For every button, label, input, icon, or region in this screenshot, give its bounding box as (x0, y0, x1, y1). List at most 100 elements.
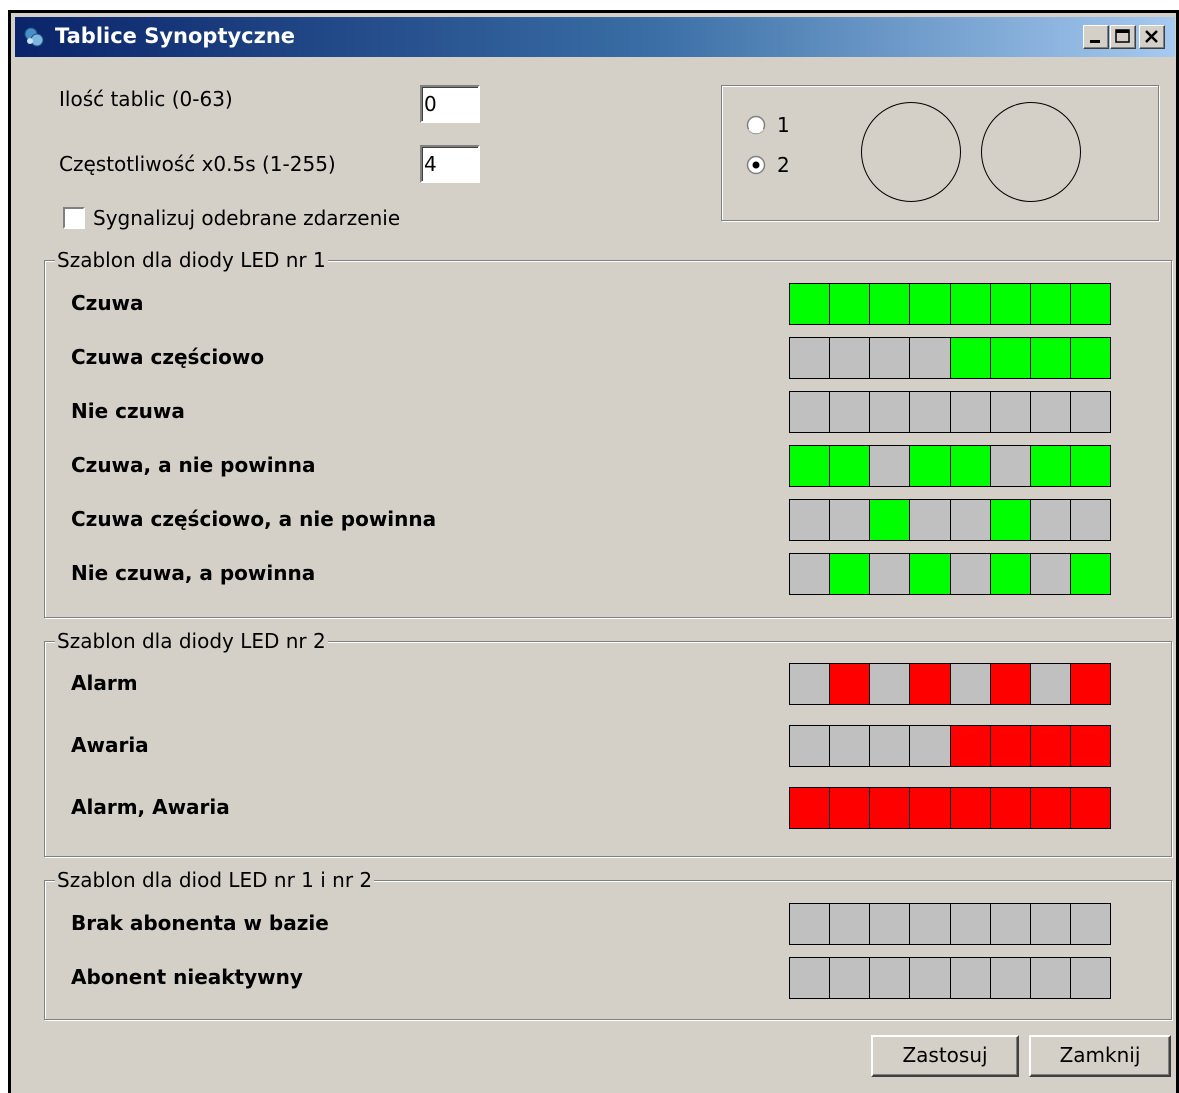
led-step-3-off[interactable] (870, 664, 910, 704)
led-step-5-red[interactable] (950, 726, 990, 766)
led-step-6-green[interactable] (990, 284, 1030, 324)
title-bar[interactable]: Tablice Synoptyczne (15, 17, 1175, 57)
led-step-1-off[interactable] (790, 958, 830, 998)
led-step-1-red[interactable] (790, 788, 830, 828)
led-pattern-strip[interactable] (789, 283, 1111, 325)
led-step-6-red[interactable] (990, 664, 1030, 704)
led-step-8-off[interactable] (1070, 904, 1110, 944)
led-step-1-off[interactable] (790, 904, 830, 944)
led-step-1-off[interactable] (790, 554, 830, 594)
led-step-4-off[interactable] (910, 392, 950, 432)
led-step-2-off[interactable] (830, 338, 870, 378)
led-step-3-off[interactable] (870, 904, 910, 944)
led-step-6-green[interactable] (990, 500, 1030, 540)
led-step-6-off[interactable] (990, 446, 1030, 486)
led-step-7-off[interactable] (1030, 664, 1070, 704)
led-step-7-off[interactable] (1030, 554, 1070, 594)
led-pattern-strip[interactable] (789, 903, 1111, 945)
led-step-8-green[interactable] (1070, 338, 1110, 378)
led-step-5-red[interactable] (950, 788, 990, 828)
led-step-5-green[interactable] (950, 446, 990, 486)
led-step-5-off[interactable] (950, 664, 990, 704)
led-step-6-green[interactable] (990, 554, 1030, 594)
led-step-8-red[interactable] (1070, 726, 1110, 766)
led-step-4-green[interactable] (910, 446, 950, 486)
led-step-1-off[interactable] (790, 392, 830, 432)
led-step-6-red[interactable] (990, 788, 1030, 828)
led-step-3-off[interactable] (870, 392, 910, 432)
led-step-5-off[interactable] (950, 958, 990, 998)
led-step-2-red[interactable] (830, 788, 870, 828)
led-step-3-red[interactable] (870, 788, 910, 828)
led-step-8-green[interactable] (1070, 554, 1110, 594)
radio-option-1[interactable] (746, 115, 766, 135)
led-step-6-off[interactable] (990, 392, 1030, 432)
apply-button[interactable]: Zastosuj (871, 1035, 1019, 1077)
led-step-7-off[interactable] (1030, 904, 1070, 944)
count-input[interactable]: 0 (420, 85, 480, 123)
led-step-8-off[interactable] (1070, 958, 1110, 998)
led-pattern-strip[interactable] (789, 445, 1111, 487)
led-step-3-green[interactable] (870, 500, 910, 540)
led-step-7-green[interactable] (1030, 338, 1070, 378)
led-step-2-off[interactable] (830, 904, 870, 944)
led-step-1-green[interactable] (790, 446, 830, 486)
frequency-input[interactable]: 4 (420, 145, 480, 183)
led-step-7-off[interactable] (1030, 500, 1070, 540)
led-step-7-off[interactable] (1030, 958, 1070, 998)
close-button[interactable]: Zamknij (1029, 1035, 1171, 1077)
led-step-4-green[interactable] (910, 284, 950, 324)
led-step-2-off[interactable] (830, 392, 870, 432)
led-pattern-strip[interactable] (789, 663, 1111, 705)
led-step-1-off[interactable] (790, 500, 830, 540)
led-step-6-red[interactable] (990, 726, 1030, 766)
led-step-3-off[interactable] (870, 554, 910, 594)
led-pattern-strip[interactable] (789, 787, 1111, 829)
led-step-8-red[interactable] (1070, 664, 1110, 704)
led-step-4-red[interactable] (910, 664, 950, 704)
led-step-3-off[interactable] (870, 446, 910, 486)
led-step-5-off[interactable] (950, 500, 990, 540)
led-step-1-off[interactable] (790, 726, 830, 766)
led-step-2-green[interactable] (830, 446, 870, 486)
led-step-4-off[interactable] (910, 338, 950, 378)
led-step-5-off[interactable] (950, 904, 990, 944)
led-step-7-off[interactable] (1030, 392, 1070, 432)
led-step-4-off[interactable] (910, 958, 950, 998)
led-step-7-red[interactable] (1030, 726, 1070, 766)
led-step-3-off[interactable] (870, 338, 910, 378)
led-step-2-off[interactable] (830, 500, 870, 540)
led-step-4-red[interactable] (910, 788, 950, 828)
led-step-1-off[interactable] (790, 664, 830, 704)
led-step-8-off[interactable] (1070, 392, 1110, 432)
led-step-4-off[interactable] (910, 726, 950, 766)
led-step-2-green[interactable] (830, 284, 870, 324)
led-step-3-off[interactable] (870, 958, 910, 998)
led-step-5-green[interactable] (950, 284, 990, 324)
led-pattern-strip[interactable] (789, 337, 1111, 379)
close-window-button[interactable] (1139, 25, 1165, 49)
led-step-3-green[interactable] (870, 284, 910, 324)
led-step-4-off[interactable] (910, 500, 950, 540)
led-step-3-off[interactable] (870, 726, 910, 766)
led-step-1-off[interactable] (790, 338, 830, 378)
led-step-2-red[interactable] (830, 664, 870, 704)
led-step-2-off[interactable] (830, 726, 870, 766)
led-step-7-red[interactable] (1030, 788, 1070, 828)
led-step-6-off[interactable] (990, 958, 1030, 998)
led-step-8-green[interactable] (1070, 446, 1110, 486)
led-step-8-off[interactable] (1070, 500, 1110, 540)
led-step-5-off[interactable] (950, 554, 990, 594)
led-pattern-strip[interactable] (789, 553, 1111, 595)
led-pattern-strip[interactable] (789, 391, 1111, 433)
led-step-5-off[interactable] (950, 392, 990, 432)
led-step-2-off[interactable] (830, 958, 870, 998)
led-step-7-green[interactable] (1030, 284, 1070, 324)
led-pattern-strip[interactable] (789, 499, 1111, 541)
signal-checkbox[interactable] (63, 207, 85, 229)
minimize-button[interactable] (1083, 25, 1109, 49)
led-pattern-strip[interactable] (789, 957, 1111, 999)
maximize-button[interactable] (1110, 25, 1136, 49)
radio-option-2[interactable] (746, 155, 766, 175)
led-step-8-green[interactable] (1070, 284, 1110, 324)
